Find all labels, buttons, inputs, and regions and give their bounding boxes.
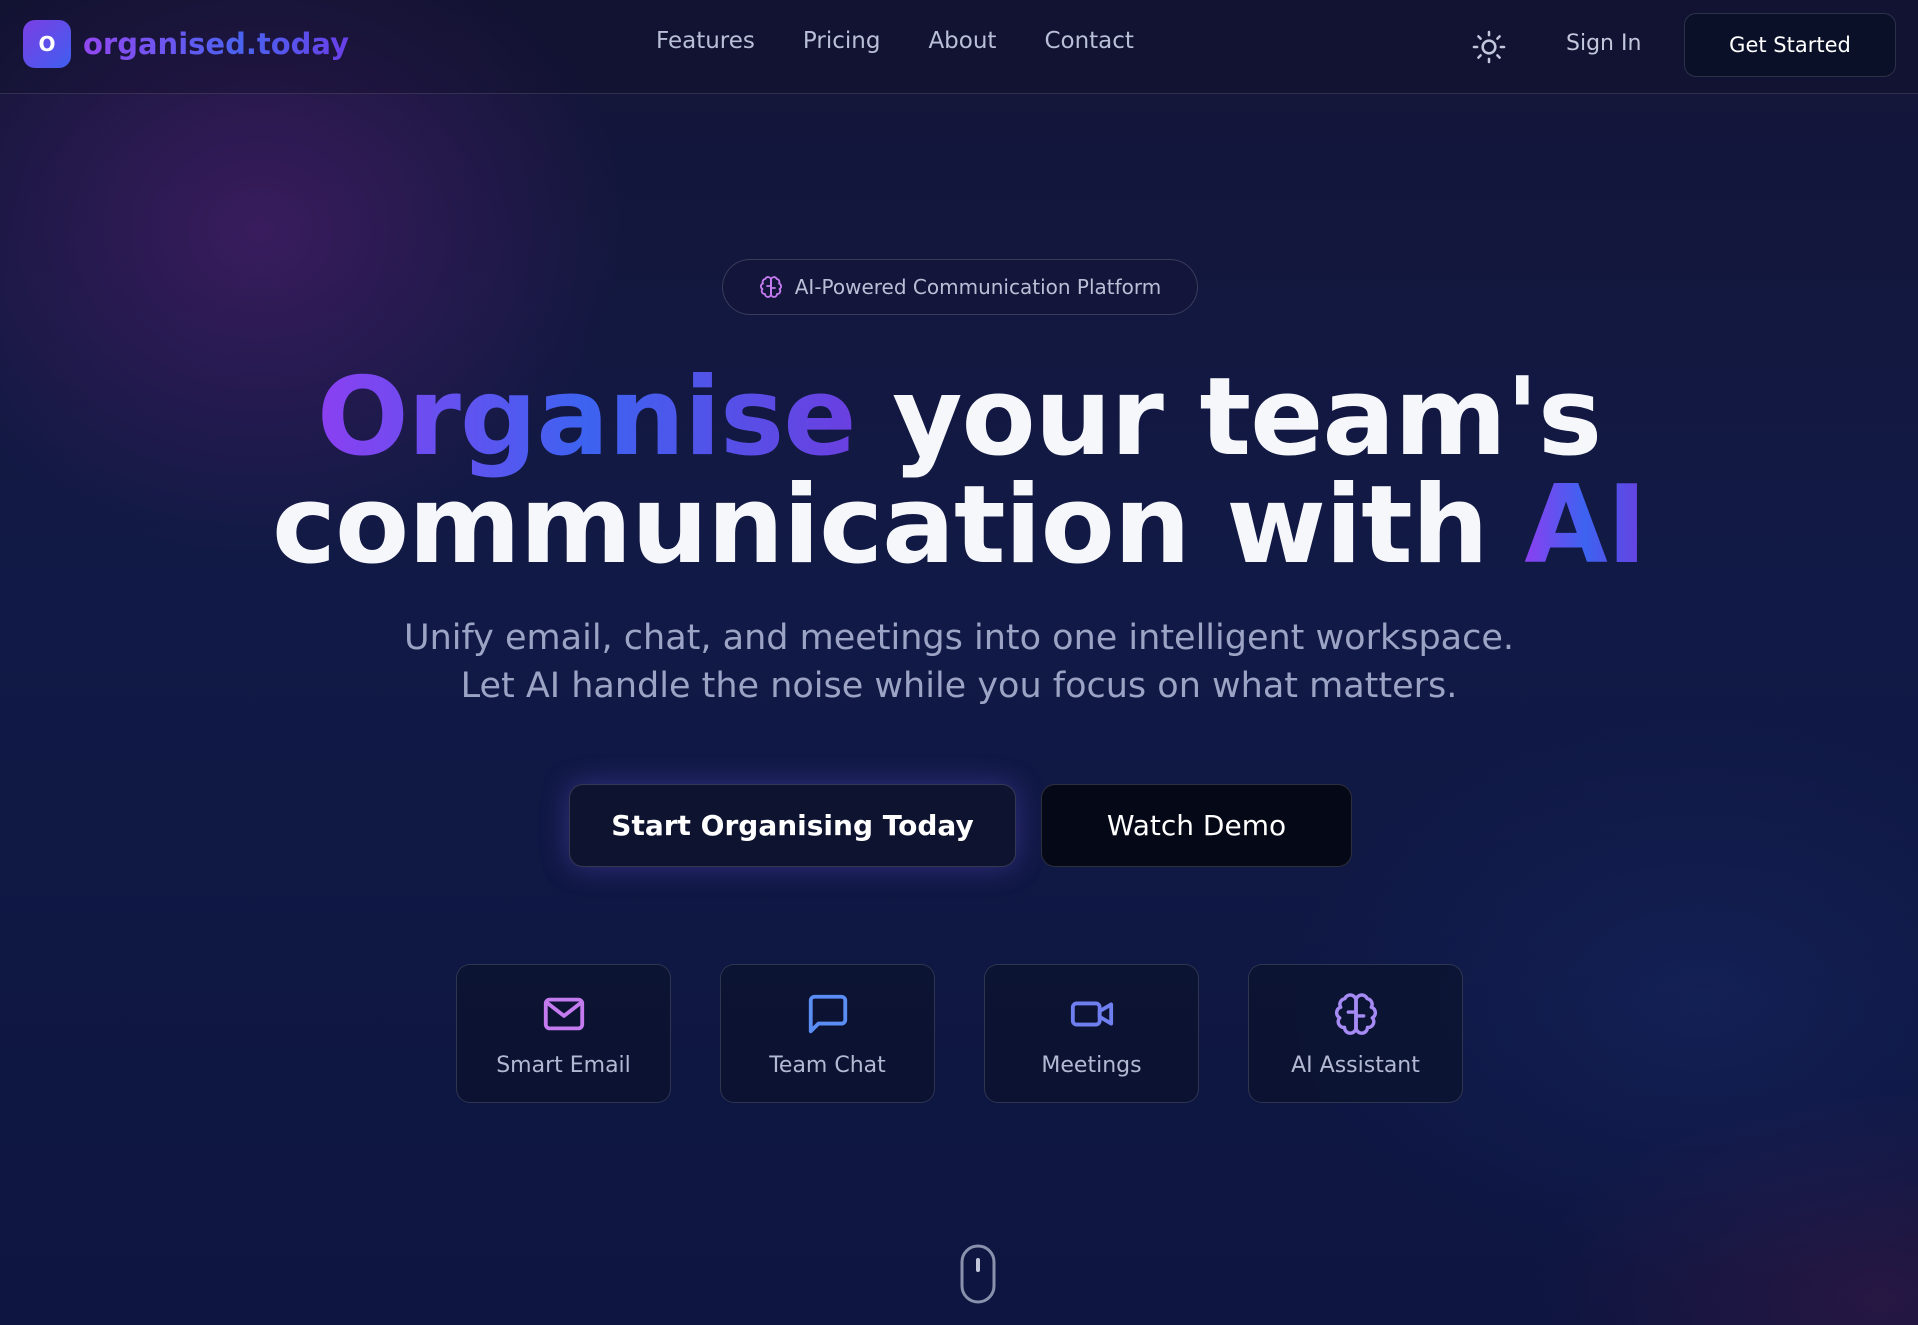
video-icon: [1070, 1001, 1113, 1027]
watch-demo-button[interactable]: Watch Demo: [1041, 784, 1352, 867]
mouse-scroll-icon[interactable]: [960, 1244, 996, 1304]
hero-headline: Organise your team's communication with …: [0, 364, 1918, 580]
brand-logo[interactable]: O organised.today: [23, 20, 349, 68]
brand-name: organised.today: [83, 27, 349, 61]
logo-mark: O: [23, 20, 71, 68]
nav-links: Features Pricing About Contact: [656, 28, 1134, 54]
headline-highlight-organise: Organise: [316, 355, 857, 480]
start-organising-button[interactable]: Start Organising Today: [569, 784, 1016, 867]
headline-highlight-ai: AI: [1524, 463, 1647, 588]
mail-icon: [543, 997, 584, 1031]
feature-card-ai-assistant[interactable]: AI Assistant: [1248, 964, 1463, 1103]
feature-card-meetings[interactable]: Meetings: [984, 964, 1199, 1103]
get-started-button[interactable]: Get Started: [1684, 13, 1896, 77]
nav-link-features[interactable]: Features: [656, 28, 755, 54]
feature-label: Smart Email: [496, 1053, 631, 1078]
sign-in-link[interactable]: Sign In: [1566, 31, 1641, 56]
brain-icon: [1334, 993, 1377, 1035]
theme-toggle-button[interactable]: [1470, 28, 1508, 66]
headline-text-2: communication with: [272, 463, 1525, 588]
sun-icon: [1472, 30, 1506, 64]
feature-card-smart-email[interactable]: Smart Email: [456, 964, 671, 1103]
brain-icon: [759, 276, 782, 298]
nav-link-contact[interactable]: Contact: [1044, 28, 1133, 54]
headline-text-1: your team's: [855, 355, 1602, 480]
feature-label: AI Assistant: [1291, 1053, 1420, 1078]
message-square-icon: [808, 994, 847, 1034]
nav-link-pricing[interactable]: Pricing: [803, 28, 881, 54]
feature-card-team-chat[interactable]: Team Chat: [720, 964, 935, 1103]
nav-link-about[interactable]: About: [928, 28, 996, 54]
badge-label: AI-Powered Communication Platform: [794, 275, 1162, 299]
feature-label: Team Chat: [769, 1053, 886, 1078]
top-navbar: O organised.today Features Pricing About…: [0, 0, 1918, 94]
hero-subtitle: Unify email, chat, and meetings into one…: [403, 618, 1515, 706]
feature-label: Meetings: [1041, 1053, 1142, 1078]
platform-badge: AI-Powered Communication Platform: [722, 259, 1198, 315]
